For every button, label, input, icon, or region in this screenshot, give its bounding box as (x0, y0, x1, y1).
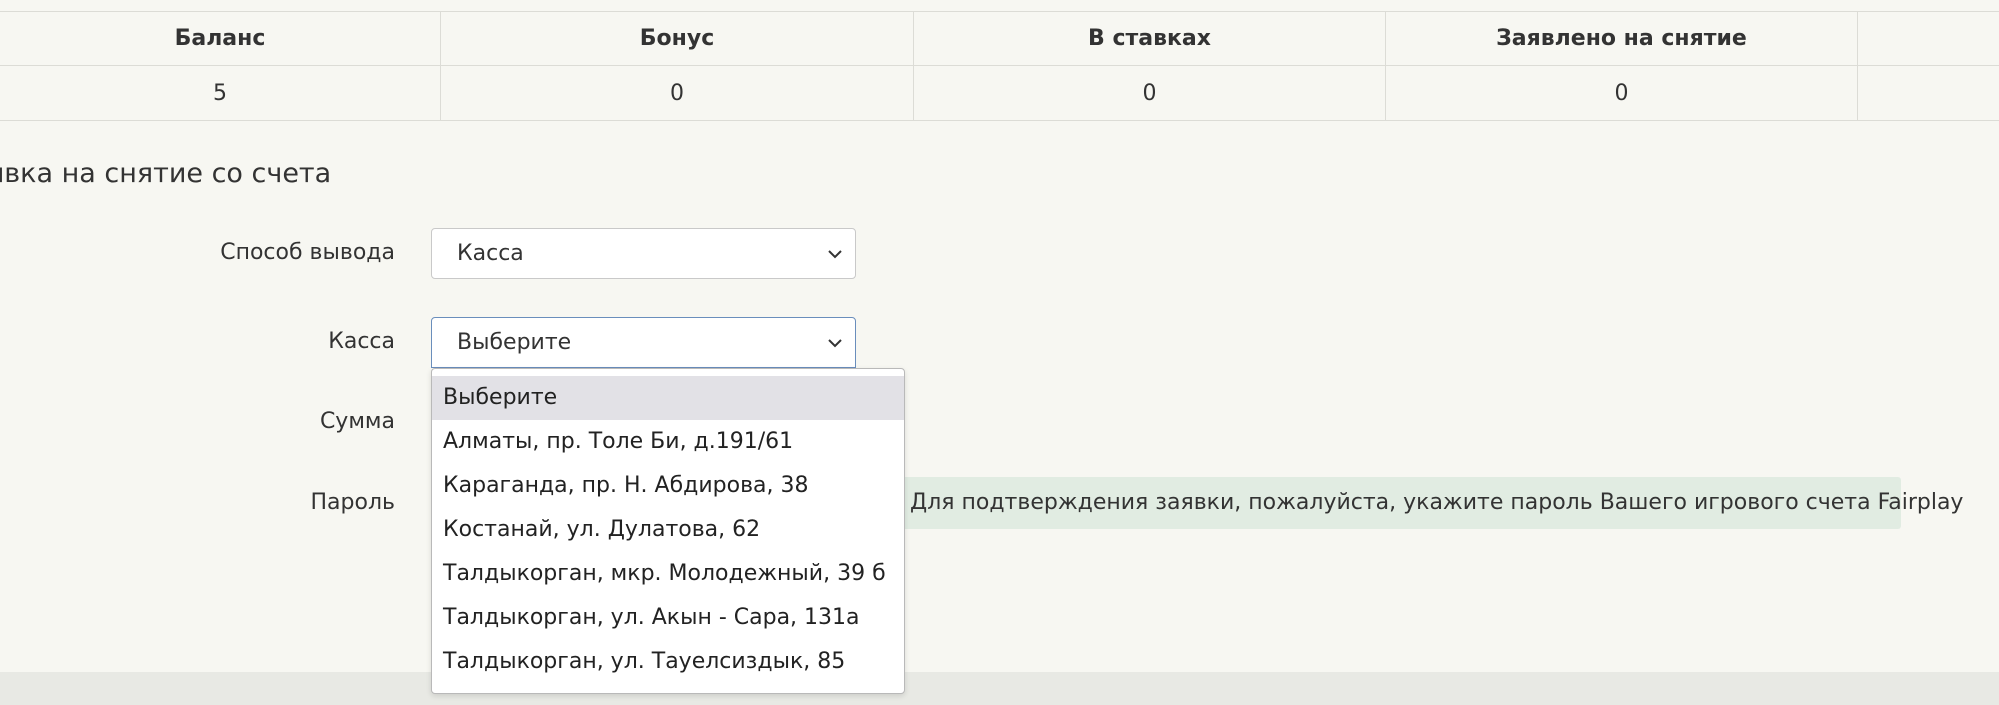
amount-label: Сумма (319, 409, 395, 434)
withdraw-title: явка на снятие со счета (0, 158, 332, 189)
value-extra (1857, 65, 1999, 121)
cashdesk-label: Касса (328, 329, 395, 354)
value-in-bets: 0 (913, 65, 1386, 121)
method-select[interactable]: Касса (431, 228, 856, 279)
header-extra (1857, 11, 1999, 66)
header-bonus: Бонус (440, 11, 914, 66)
cashdesk-option[interactable]: Талдыкорган, ул. Тауелсиздык, 85 (432, 640, 904, 684)
cashdesk-option[interactable]: Алматы, пр. Толе Би, д.191/61 (432, 420, 904, 464)
balance-summary-table: Баланс Бонус В ставках Заявлено на сняти… (0, 11, 1999, 121)
summary-header-row: Баланс Бонус В ставках Заявлено на сняти… (0, 11, 1999, 66)
method-select-value: Касса (457, 241, 524, 266)
cashdesk-dropdown[interactable]: Выберите Алматы, пр. Толе Би, д.191/61 К… (431, 368, 905, 694)
password-hint: Для подтверждения заявки, пожалуйста, ук… (880, 477, 1963, 529)
cashdesk-option[interactable]: Караганда, пр. Н. Абдирова, 38 (432, 464, 904, 508)
summary-values-row: 5 0 0 0 (0, 65, 1999, 121)
cashdesk-select-value: Выберите (457, 330, 572, 355)
footer-band (0, 672, 1999, 705)
cashdesk-option[interactable]: Костанай, ул. Дулатова, 62 (432, 508, 904, 552)
cashdesk-option[interactable]: Выберите (432, 376, 904, 420)
cashdesk-option[interactable]: Талдыкорган, мкр. Молодежный, 39 б (432, 552, 904, 596)
password-label: Пароль (310, 490, 395, 515)
header-withdraw-requested: Заявлено на снятие (1385, 11, 1858, 66)
value-balance: 5 (0, 65, 441, 121)
method-label: Способ вывода (220, 240, 395, 265)
header-balance: Баланс (0, 11, 441, 66)
chevron-down-icon (825, 229, 845, 278)
value-bonus: 0 (440, 65, 914, 121)
chevron-down-icon (825, 318, 845, 367)
cashdesk-option[interactable]: Талдыкорган, ул. Акын - Сара, 131а (432, 596, 904, 640)
cashdesk-select[interactable]: Выберите (431, 317, 856, 368)
value-withdraw-requested: 0 (1385, 65, 1858, 121)
header-in-bets: В ставках (913, 11, 1386, 66)
